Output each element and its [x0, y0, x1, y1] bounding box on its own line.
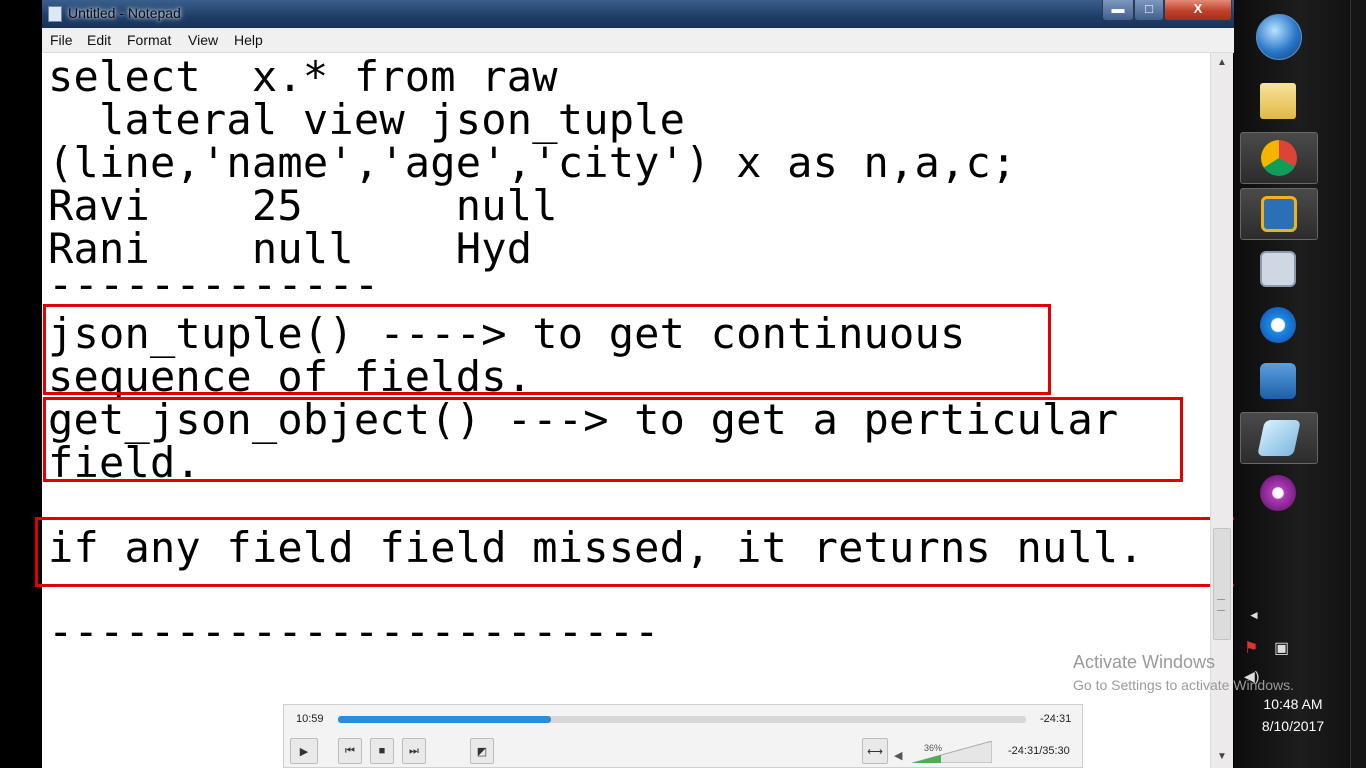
play-button[interactable]: ▶	[290, 738, 318, 764]
window-title: Untitled - Notepad	[68, 5, 181, 21]
menu-edit[interactable]: Edit	[87, 32, 111, 48]
seek-bar[interactable]	[338, 716, 1026, 723]
stop-icon: ■	[378, 745, 386, 757]
minimize-button[interactable]: ▬	[1102, 0, 1134, 21]
activate-windows-subtitle: Go to Settings to activate Windows.	[1073, 677, 1294, 693]
show-desktop-button[interactable]	[1350, 0, 1366, 768]
media-player-icon	[1260, 363, 1296, 399]
scroll-down-arrow-icon[interactable]: ▼	[1217, 751, 1227, 762]
activate-windows-title: Activate Windows	[1073, 652, 1216, 672]
editor-line: lateral view json_tuple	[48, 95, 686, 144]
fullscreen-icon: ◩	[476, 745, 488, 758]
taskbar-media-player-button[interactable]	[1240, 356, 1316, 406]
editor-line: -------------	[48, 260, 380, 309]
clock-time[interactable]: 10:48 AM	[1238, 696, 1348, 712]
flower-app-icon	[1260, 475, 1296, 511]
notepad-app-icon	[48, 6, 62, 22]
play-icon: ▶	[299, 745, 309, 758]
aspect-ratio-icon: ⟷	[867, 745, 883, 758]
menu-help[interactable]: Help	[234, 32, 263, 48]
scroll-up-arrow-icon[interactable]: ▲	[1217, 57, 1227, 68]
remaining-time: -24:31	[1040, 713, 1072, 725]
editor-line: select x.* from raw	[48, 52, 558, 101]
virtualbox-icon	[1261, 196, 1297, 232]
menu-view[interactable]: View	[188, 32, 218, 48]
fullscreen-toggle-button[interactable]: ◩	[470, 738, 494, 764]
image-viewer-icon	[1260, 251, 1296, 287]
explorer-folder-icon	[1260, 83, 1296, 119]
stop-button[interactable]: ■	[370, 738, 394, 764]
aspect-ratio-button[interactable]: ⟷	[862, 738, 888, 764]
video-player-controls: 10:59 -24:31 ▶ ⏮ ■ ⏭ ◩ ⟷ ◀ 36% -24:31/35…	[283, 704, 1083, 768]
time-total: -24:31/35:30	[1008, 745, 1070, 757]
taskbar-notepad-button[interactable]	[1240, 412, 1318, 464]
scroll-thumb[interactable]	[1213, 528, 1231, 640]
taskbar-virtualbox-button[interactable]	[1240, 188, 1318, 240]
seek-bar-fill	[338, 716, 552, 723]
taskbar-flower-app-button[interactable]	[1240, 468, 1316, 518]
maximize-button[interactable]: □	[1134, 0, 1164, 21]
previous-button[interactable]: ⏮	[338, 738, 362, 764]
menu-format[interactable]: Format	[127, 32, 171, 48]
tray-expand-icon[interactable]: ◄	[1248, 608, 1260, 622]
text-editor[interactable]: select x.* from raw lateral view json_tu…	[35, 52, 1265, 768]
menu-bar: File Edit Format View Help	[42, 28, 1234, 53]
previous-icon: ⏮	[345, 744, 355, 757]
action-center-flag-icon[interactable]: ⚑	[1244, 638, 1258, 658]
taskbar-explorer-button[interactable]	[1240, 76, 1316, 126]
scroll-grip-icon	[1217, 599, 1225, 611]
editor-line: Ravi 25 null	[48, 181, 558, 230]
next-icon: ⏭	[409, 744, 419, 757]
speaker-icon[interactable]: ◀	[894, 749, 902, 762]
network-icon[interactable]: ▣	[1274, 638, 1289, 658]
taskbar-image-viewer-button[interactable]	[1240, 244, 1316, 294]
taskbar: ◄ ⚑ ▣ ◀) 10:48 AM 8/10/2017	[1234, 0, 1366, 768]
taskbar-chrome-button[interactable]	[1240, 132, 1318, 184]
editor-line: (line,'name','age','city') x as n,a,c;	[48, 138, 1017, 187]
internet-explorer-icon	[1260, 307, 1296, 343]
elapsed-time: 10:59	[296, 713, 324, 725]
menu-file[interactable]: File	[50, 32, 73, 48]
editor-line: ------------------------	[48, 607, 660, 656]
highlight-box-json-tuple	[43, 304, 1051, 395]
start-orb-icon[interactable]	[1256, 14, 1302, 60]
close-button[interactable]: X	[1164, 0, 1232, 21]
volume-percent: 36%	[924, 743, 943, 753]
taskbar-ie-button[interactable]	[1240, 300, 1316, 350]
chrome-icon	[1261, 140, 1297, 176]
notepad-icon	[1257, 420, 1301, 456]
next-button[interactable]: ⏭	[402, 738, 426, 764]
title-bar[interactable]: Untitled - Notepad ▬ □ X	[42, 0, 1234, 28]
highlight-box-null-note	[35, 517, 1265, 587]
highlight-box-get-json-object	[43, 397, 1183, 482]
clock-date[interactable]: 8/10/2017	[1238, 718, 1348, 734]
